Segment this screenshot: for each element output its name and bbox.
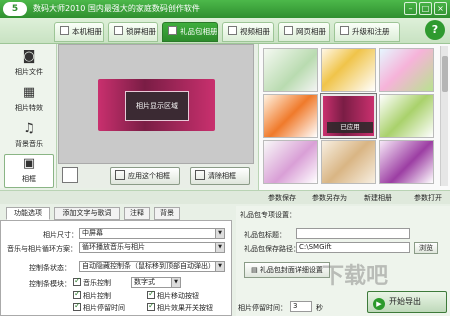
app-logo: 5 — [3, 2, 27, 16]
browse-button[interactable]: 浏览 — [414, 242, 438, 254]
size-label: 相片尺寸： — [43, 231, 78, 239]
size-select[interactable]: 中屏幕 ▼ — [79, 228, 225, 239]
frame-preview-image: 相片显示区域 — [98, 79, 215, 131]
preview-area: 相片显示区域 — [58, 44, 254, 164]
web-icon — [284, 26, 293, 35]
frame-thumbnail[interactable] — [263, 48, 318, 92]
frame-thumbnail[interactable] — [379, 48, 434, 92]
control-bar-label: 控制条状态： — [29, 264, 71, 272]
tab-video-album[interactable]: 视频相册 — [222, 22, 274, 42]
help-button[interactable]: ? — [425, 20, 445, 40]
nav-frame[interactable]: ▣ 相框 — [4, 154, 54, 188]
gift-icon: ▤ — [251, 266, 260, 274]
tab-local-album[interactable]: 本机相册 — [54, 22, 104, 42]
params-open-link[interactable]: 参数打开 — [414, 193, 442, 203]
preview-button-row: 应用这个相框 清除相框 — [58, 164, 254, 188]
music-control-checkbox[interactable]: 音乐控制 — [73, 276, 111, 288]
gift-title-label: 礼品包标题： — [244, 231, 286, 239]
nav-photo-effects[interactable]: ▦ 相片特效 — [4, 84, 54, 118]
params-save-link[interactable]: 参数保存 — [268, 193, 296, 203]
gift-icon — [168, 26, 177, 35]
stay-time-label: 相片停留时间： — [238, 304, 287, 312]
panel-tabs: 功能选项 添加文字与歌词 注释 背景 — [0, 206, 232, 220]
photo-move-buttons-checkbox[interactable]: 相片移动按钮 — [147, 289, 199, 301]
upgrade-icon — [340, 26, 349, 35]
tab-notes[interactable]: 注释 — [124, 207, 150, 220]
clear-frame-button[interactable]: 清除相框 — [190, 167, 250, 185]
nav-background-music[interactable]: ♫ 背景音乐 — [4, 120, 54, 154]
tab-lockscreen-album[interactable]: 锁屏相册 — [108, 22, 158, 42]
new-album-link[interactable]: 新建相册 — [364, 193, 392, 203]
params-bar: 参数保存 参数另存为 新建相册 参数打开 — [0, 190, 450, 204]
photo-control-checkbox[interactable]: 相片控制 — [73, 289, 111, 301]
photo-display-area: 相片显示区域 — [125, 91, 189, 121]
title-bar: 5 数码大师2010 国内最强大的家庭数码创作软件 – □ × — [0, 0, 450, 18]
photo-stay-time-checkbox[interactable]: 相片停留时间 — [73, 301, 125, 313]
chevron-down-icon: ▼ — [215, 243, 224, 252]
digital-style-select[interactable]: 数字式 ▼ — [131, 277, 181, 288]
gift-path-label: 礼品包保存路径： — [244, 245, 300, 253]
music-loop-select[interactable]: 循环播放音乐与相片 ▼ — [79, 242, 225, 253]
app-window: 5 数码大师2010 国内最强大的家庭数码创作软件 – □ × 本机相册 锁屏相… — [0, 0, 450, 316]
clear-icon — [195, 170, 205, 180]
tab-gift-album[interactable]: 礼品包相册 — [162, 22, 218, 42]
lock-icon — [114, 26, 123, 35]
apply-icon — [115, 170, 125, 180]
music-icon: ♫ — [23, 121, 35, 136]
tab-web-album[interactable]: 网页相册 — [278, 22, 330, 42]
frame-gallery: 已应用 — [258, 44, 450, 190]
stay-time-input[interactable]: 3 — [290, 301, 312, 312]
frame-thumbnail-selected[interactable]: 已应用 — [320, 93, 377, 139]
tab-background[interactable]: 背景 — [154, 207, 180, 220]
applied-badge: 已应用 — [327, 122, 373, 133]
frame-thumbnail[interactable] — [321, 48, 376, 92]
photo-effect-toggle-checkbox[interactable]: 相片效果开关按钮 — [147, 301, 213, 313]
chevron-down-icon: ▼ — [215, 229, 224, 238]
gift-settings-title: 礼品包专项设置： — [240, 211, 296, 219]
main-tab-bar: 本机相册 锁屏相册 礼品包相册 视频相册 网页相册 升级和注册 — [0, 18, 450, 44]
scroll-thumb[interactable] — [442, 56, 448, 92]
nav-photo-files[interactable]: ◙ 相片文件 — [4, 48, 54, 82]
frame-thumbnail[interactable] — [321, 140, 376, 184]
gift-title-input[interactable] — [296, 228, 410, 239]
gift-cover-settings-button[interactable]: ▤ 礼品包封面详细设置 — [244, 262, 330, 278]
effects-icon: ▦ — [22, 85, 36, 100]
album-icon — [60, 26, 69, 35]
camera-icon: ◙ — [22, 49, 36, 64]
gift-path-input[interactable]: C:\SMGift — [296, 242, 410, 253]
stay-time-unit: 秒 — [316, 304, 323, 312]
frame-thumbnail[interactable] — [263, 94, 318, 138]
control-module-label: 控制条模块： — [29, 280, 71, 288]
chevron-down-icon: ▼ — [171, 278, 180, 287]
frame-icon: ▣ — [22, 156, 36, 171]
tab-add-text-lyrics[interactable]: 添加文字与歌词 — [54, 207, 120, 220]
maximize-button[interactable]: □ — [419, 2, 432, 15]
gallery-scrollbar[interactable] — [440, 46, 448, 186]
music-loop-label: 音乐与相片循环方案： — [7, 245, 77, 253]
start-export-button[interactable]: ▶ 开始导出 — [367, 291, 447, 313]
frame-thumbnail[interactable] — [379, 140, 434, 184]
minimize-button[interactable]: – — [404, 2, 417, 15]
close-button[interactable]: × — [434, 2, 447, 15]
chevron-down-icon: ▼ — [215, 262, 224, 271]
frame-thumbnail[interactable] — [263, 140, 318, 184]
tab-upgrade-register[interactable]: 升级和注册 — [334, 22, 400, 42]
left-nav: ◙ 相片文件 ▦ 相片特效 ♫ 背景音乐 ▣ 相框 — [0, 44, 57, 188]
control-bar-select[interactable]: 自动隐藏控制条（鼠标移到顶部自动弹出） ▼ — [79, 261, 225, 272]
apply-frame-button[interactable]: 应用这个相框 — [110, 167, 180, 185]
image-icon[interactable] — [62, 167, 78, 183]
video-icon — [228, 26, 237, 35]
options-panel: 相片尺寸： 中屏幕 ▼ 音乐与相片循环方案： 循环播放音乐与相片 ▼ 控制条状态： … — [0, 220, 232, 316]
window-title: 数码大师2010 国内最强大的家庭数码创作软件 — [33, 4, 200, 13]
play-icon: ▶ — [373, 298, 385, 310]
params-save-as-link[interactable]: 参数另存为 — [312, 193, 347, 203]
frame-thumbnail[interactable] — [379, 94, 434, 138]
tab-function-options[interactable]: 功能选项 — [6, 207, 50, 220]
